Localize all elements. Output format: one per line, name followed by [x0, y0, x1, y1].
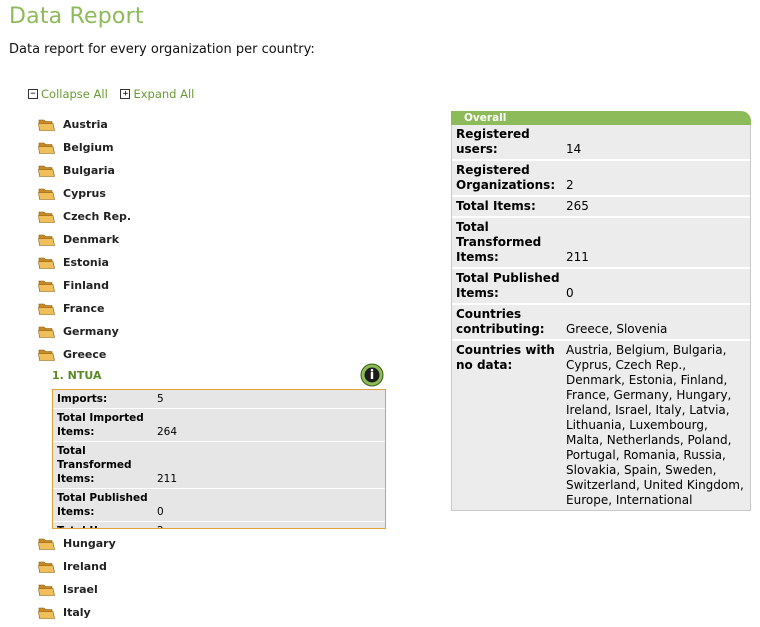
country-item[interactable]: Denmark — [38, 228, 131, 251]
stat-row: Total Items: 265 — [452, 197, 750, 218]
country-item[interactable]: Estonia — [38, 251, 131, 274]
country-item[interactable]: Cyprus — [38, 182, 131, 205]
stat-row: Total Users:2 — [53, 522, 385, 528]
folder-open-icon — [38, 607, 55, 619]
stat-label: Imports: — [57, 393, 108, 405]
folder-open-icon — [38, 257, 55, 269]
stat-row: Total Imported Items: 264 — [53, 409, 385, 442]
country-label: Greece — [63, 348, 107, 361]
country-list-continued: Hungary Ireland Israel Italy — [38, 532, 116, 624]
stat-value: 5 — [157, 393, 164, 405]
country-label: France — [63, 302, 105, 315]
stat-row: Total Published Items: 0 — [53, 489, 385, 522]
country-label: Denmark — [63, 233, 120, 246]
overall-panel: Overall Registered users: 14 Registered Or… — [451, 111, 751, 511]
stat-value: 265 — [566, 199, 589, 213]
stat-value: 0 — [157, 506, 164, 518]
country-label: Finland — [63, 279, 110, 292]
stat-label: Total Transformed Items: — [57, 445, 132, 485]
stat-value: 0 — [566, 286, 574, 300]
collapse-all-label: Collapse All — [41, 87, 108, 101]
folder-open-icon — [38, 326, 55, 338]
stat-label: Total Transformed Items: — [456, 220, 542, 264]
country-label: Belgium — [63, 141, 114, 154]
folder-open-icon — [38, 119, 55, 131]
country-label: Hungary — [63, 537, 116, 550]
stat-label: Total Published Items: — [456, 271, 560, 300]
folder-open-icon — [38, 280, 55, 292]
stat-value: 2 — [157, 524, 164, 528]
collapse-all-button[interactable]: − Collapse All — [28, 87, 108, 101]
country-item[interactable]: Czech Rep. — [38, 205, 131, 228]
info-icon[interactable] — [360, 363, 384, 387]
stat-value: Austria, Belgium, Bulgaria, Cyprus, Czec… — [566, 343, 744, 507]
country-item[interactable]: Germany — [38, 320, 131, 343]
country-item[interactable]: Hungary — [38, 532, 116, 555]
page-title: Data Report — [9, 4, 144, 29]
folder-open-icon — [38, 165, 55, 177]
stat-label: Total Items: — [456, 199, 536, 213]
stat-value: 211 — [157, 473, 178, 485]
tree-controls: − Collapse All + Expand All — [28, 85, 203, 101]
country-item[interactable]: Belgium — [38, 136, 131, 159]
stat-row: Total Transformed Items: 211 — [452, 218, 750, 269]
stat-row: Registered users: 14 — [452, 125, 750, 161]
folder-open-icon — [38, 303, 55, 315]
folder-open-icon — [38, 142, 55, 154]
folder-open-icon — [38, 584, 55, 596]
country-item[interactable]: Austria — [38, 113, 131, 136]
stat-row: Imports: 5 — [53, 390, 385, 409]
country-label: Italy — [63, 606, 91, 619]
country-item[interactable]: France — [38, 297, 131, 320]
stat-value: 264 — [157, 426, 178, 438]
stat-row: Total Transformed Items: 211 — [53, 442, 385, 489]
stat-value: 2 — [566, 178, 574, 192]
folder-open-icon — [38, 561, 55, 573]
folder-open-icon — [38, 188, 55, 200]
overall-table: Registered users: 14 Registered Organizati… — [451, 125, 751, 511]
stat-label: Total Published Items: — [57, 492, 148, 518]
stat-row: Countries contributing: Greece, Slovenia — [452, 305, 750, 341]
country-label: Cyprus — [63, 187, 106, 200]
stat-row: Total Published Items: 0 — [452, 269, 750, 305]
stat-label: Total Imported Items: — [57, 412, 144, 438]
expand-all-button[interactable]: + Expand All — [120, 87, 194, 101]
stat-label: Registered users: — [456, 127, 530, 156]
country-item[interactable]: Bulgaria — [38, 159, 131, 182]
stat-value: 211 — [566, 250, 589, 264]
country-label: Germany — [63, 325, 119, 338]
country-item[interactable]: Israel — [38, 578, 116, 601]
stat-label: Countries with no data: — [456, 343, 555, 372]
country-label: Ireland — [63, 560, 107, 573]
country-list: Austria Belgium Bulgaria Cyprus Czech Rep. De… — [38, 113, 131, 366]
stat-label: Total Users: — [57, 524, 157, 528]
country-label: Austria — [63, 118, 108, 131]
country-label: Israel — [63, 583, 98, 596]
folder-open-icon — [38, 234, 55, 246]
stat-row: Countries with no data: Austria, Belgium,… — [452, 341, 750, 510]
minus-box-icon: − — [28, 89, 38, 99]
stat-label: Countries contributing: — [456, 307, 545, 336]
country-item[interactable]: Finland — [38, 274, 131, 297]
country-label: Estonia — [63, 256, 109, 269]
overall-header: Overall — [451, 111, 751, 125]
stat-value: Greece, Slovenia — [566, 322, 668, 336]
country-item[interactable]: Ireland — [38, 555, 116, 578]
organization-block: 1. NTUA Imports: 5 Total Imported Items: 26… — [52, 363, 386, 529]
organization-link[interactable]: 1. NTUA — [52, 369, 101, 382]
plus-box-icon: + — [120, 89, 131, 99]
country-label: Bulgaria — [63, 164, 115, 177]
stat-value: 14 — [566, 142, 582, 156]
stat-row: Registered Organizations: 2 — [452, 161, 750, 197]
stat-label: Registered Organizations: — [456, 163, 556, 192]
country-label: Czech Rep. — [63, 210, 132, 223]
expand-all-label: Expand All — [133, 87, 195, 101]
folder-open-icon — [38, 538, 55, 550]
folder-open-icon — [38, 349, 55, 361]
organization-stats: Imports: 5 Total Imported Items: 264 Total T… — [52, 389, 386, 529]
folder-open-icon — [38, 211, 55, 223]
page-intro: Data report for every organization per c… — [9, 42, 315, 57]
country-item[interactable]: Italy — [38, 601, 116, 624]
